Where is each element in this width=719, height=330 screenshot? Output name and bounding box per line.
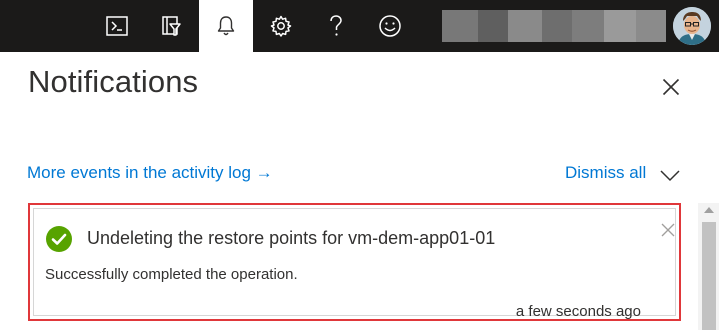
settings-button[interactable] bbox=[254, 0, 308, 52]
notification-timestamp: a few seconds ago bbox=[515, 303, 641, 320]
cloud-shell-icon bbox=[106, 16, 128, 36]
user-avatar-icon bbox=[673, 7, 711, 45]
scroll-up-arrow-icon[interactable] bbox=[704, 207, 714, 213]
close-icon bbox=[662, 78, 680, 96]
close-icon bbox=[661, 223, 675, 237]
dismiss-all-button[interactable]: Dismiss all bbox=[565, 163, 646, 183]
feedback-button[interactable] bbox=[363, 0, 417, 52]
avatar[interactable] bbox=[673, 7, 711, 45]
scrollbar-thumb[interactable] bbox=[702, 222, 716, 330]
activity-log-link[interactable]: More events in the activity log → bbox=[27, 163, 273, 183]
chevron-down-icon bbox=[660, 170, 680, 182]
cloud-shell-button[interactable] bbox=[90, 0, 144, 52]
help-question-icon bbox=[330, 15, 342, 36]
notification-card-body: Undeleting the restore points for vm-dem… bbox=[33, 208, 676, 320]
feedback-smiley-icon bbox=[379, 15, 401, 37]
settings-gear-icon bbox=[270, 15, 292, 37]
directory-filter-button[interactable] bbox=[144, 0, 198, 52]
directory-filter-icon bbox=[162, 16, 181, 36]
panel-title: Notifications bbox=[28, 64, 199, 99]
notification-card[interactable]: Undeleting the restore points for vm-dem… bbox=[28, 203, 681, 321]
notification-message: Successfully completed the operation. bbox=[45, 266, 298, 283]
notification-title: Undeleting the restore points for vm-dem… bbox=[87, 228, 496, 248]
success-check-icon bbox=[46, 226, 72, 252]
top-bar bbox=[0, 0, 719, 52]
redacted-account-name[interactable] bbox=[442, 10, 666, 42]
notifications-button[interactable] bbox=[199, 0, 253, 52]
help-button[interactable] bbox=[309, 0, 363, 52]
close-panel-button[interactable] bbox=[656, 72, 686, 102]
notifications-bell-icon bbox=[217, 16, 235, 36]
dismiss-notification-button[interactable] bbox=[660, 222, 676, 238]
dismiss-options-button[interactable] bbox=[658, 166, 682, 184]
